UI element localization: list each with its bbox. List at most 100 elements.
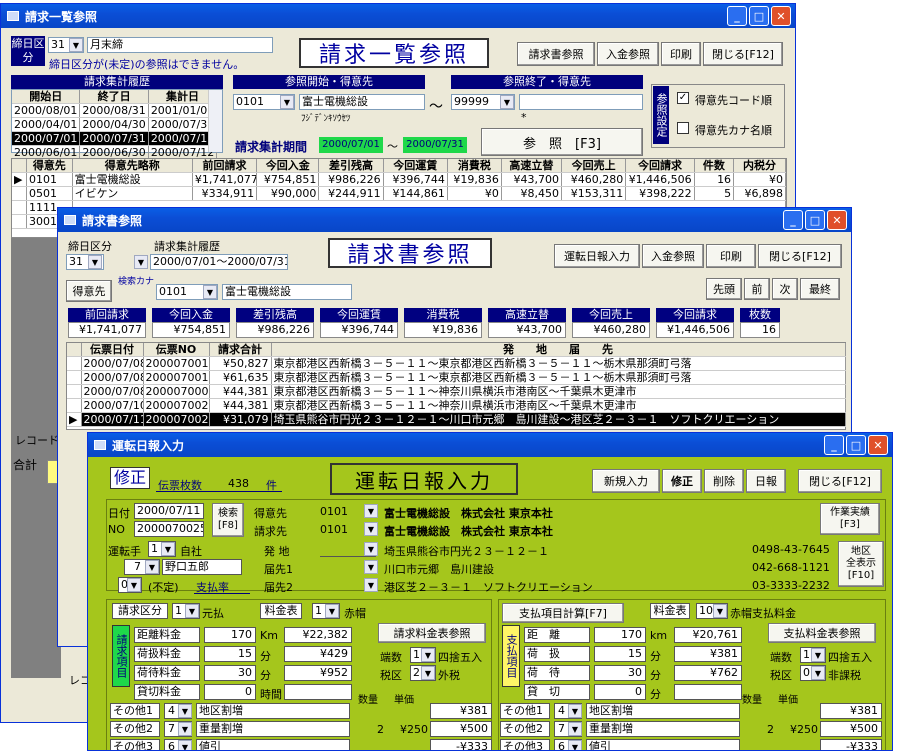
delete-button[interactable]: 削除: [704, 469, 744, 493]
table-row[interactable]: 2000/07/08 2000070003 ¥44,381 東京都港区西新橋３－５－１…: [67, 384, 846, 399]
other-amount-field[interactable]: ¥500: [430, 721, 492, 737]
unten-button[interactable]: 運転日報入力: [554, 244, 640, 268]
chevron-down-icon[interactable]: ▼: [161, 542, 175, 556]
cell[interactable]: 16: [694, 172, 735, 187]
item-qty-field[interactable]: 0: [594, 684, 646, 700]
table-row[interactable]: 2000/07/08 2000070016 ¥50,827 東京都港区西新橋３－５－１…: [67, 356, 846, 371]
chevron-down-icon[interactable]: ▼: [364, 542, 378, 556]
cell[interactable]: 2000070016: [143, 356, 210, 371]
nav-first-button[interactable]: 先頭: [706, 278, 742, 300]
cell[interactable]: ¥19,836: [447, 172, 502, 187]
cell[interactable]: 2000/07/08: [81, 356, 144, 371]
minimize-button[interactable]: _: [824, 435, 844, 455]
cell[interactable]: 東京都港区西新橋３－５－１１～東京都港区西新橋３－５－１１～栃木県那須町弓落: [271, 370, 846, 385]
cell[interactable]: 2000/07/08: [81, 384, 144, 399]
table-row[interactable]: 2000/07/08 2000070018 ¥61,635 東京都港区西新橋３－５－１…: [67, 370, 846, 385]
cell[interactable]: ¥44,381: [209, 398, 272, 413]
hist-cell[interactable]: 2000/07/01: [12, 131, 81, 146]
item-qty-field[interactable]: 15: [204, 646, 256, 662]
cell[interactable]: ¥144,861: [383, 186, 448, 201]
chevron-down-icon[interactable]: ▼: [568, 722, 582, 736]
item-qty-field[interactable]: 30: [204, 665, 256, 681]
item-qty-field[interactable]: 30: [594, 665, 646, 681]
cell[interactable]: 2000/07/11: [81, 412, 144, 427]
chevron-down-icon[interactable]: ▼: [69, 38, 83, 52]
cell[interactable]: イビケン: [72, 186, 193, 201]
chevron-down-icon[interactable]: ▼: [185, 604, 199, 618]
scrollbar[interactable]: [208, 90, 222, 152]
cell[interactable]: ¥1,741,077: [192, 172, 258, 187]
cell[interactable]: 5: [694, 186, 735, 201]
cell[interactable]: ¥334,911: [192, 186, 258, 201]
other-amount-field[interactable]: -¥333: [820, 739, 882, 750]
title-bar[interactable]: 運転日報入力 _ □ ✕: [88, 433, 892, 457]
cell[interactable]: ¥986,226: [318, 172, 384, 187]
chevron-down-icon[interactable]: ▼: [178, 740, 192, 750]
other-amount-field[interactable]: -¥333: [430, 739, 492, 750]
sort1-checkbox[interactable]: ✓: [677, 92, 689, 104]
hist-field[interactable]: 2000/07/01～2000/07/31: [150, 254, 288, 270]
minimize-button[interactable]: _: [783, 210, 803, 230]
cell[interactable]: ¥44,381: [209, 384, 272, 399]
search-button[interactable]: 検索 [F8]: [212, 503, 244, 537]
chevron-down-icon[interactable]: ▼: [88, 255, 102, 269]
cell[interactable]: ¥8,450: [501, 186, 562, 201]
cell[interactable]: ¥61,635: [209, 370, 272, 385]
chevron-down-icon[interactable]: ▼: [178, 722, 192, 736]
sort2-checkbox[interactable]: [677, 122, 689, 134]
hist-cell[interactable]: 2000/08/01: [12, 103, 81, 118]
minimize-button[interactable]: _: [727, 6, 747, 26]
cell[interactable]: 2000/07/10: [81, 398, 144, 413]
item-amount-field[interactable]: ¥20,761: [674, 627, 742, 643]
cell[interactable]: ¥50,827: [209, 356, 272, 371]
chevron-down-icon[interactable]: ▼: [500, 95, 514, 109]
area-button[interactable]: 地区 全表示 [F10]: [838, 541, 884, 587]
cell[interactable]: ¥754,851: [256, 172, 320, 187]
ref-button[interactable]: 参 照 [F3]: [481, 128, 643, 156]
seikyu-table-button[interactable]: 請求料金表参照: [378, 623, 486, 643]
table-row[interactable]: 0501 イビケン ¥334,911 ¥90,000 ¥244,911 ¥144,861 ¥…: [12, 186, 786, 201]
cell[interactable]: ¥396,744: [383, 172, 448, 187]
hist-cell[interactable]: 2000/07/30: [148, 117, 218, 132]
no-field[interactable]: 2000070025: [134, 521, 204, 537]
other-amount-field[interactable]: ¥500: [820, 721, 882, 737]
cell[interactable]: 2000070021: [143, 398, 210, 413]
chevron-down-icon[interactable]: ▼: [811, 648, 825, 662]
maximize-button[interactable]: □: [749, 6, 769, 26]
chevron-down-icon[interactable]: ▼: [713, 604, 727, 618]
close-button[interactable]: 閉じる[F12]: [758, 244, 842, 268]
seikyusho-button[interactable]: 請求書参照: [517, 42, 595, 66]
date-field[interactable]: 2000/07/11: [134, 503, 204, 519]
hist-cell[interactable]: 2000/08/31: [79, 103, 149, 118]
item-qty-field[interactable]: 15: [594, 646, 646, 662]
cell[interactable]: 2000070018: [143, 370, 210, 385]
nav-next-button[interactable]: 次: [772, 278, 798, 300]
item-qty-field[interactable]: 0: [204, 684, 256, 700]
other-amount-field[interactable]: ¥381: [820, 703, 882, 719]
nyukin-button[interactable]: 入金参照: [642, 244, 704, 268]
cell[interactable]: 2000070003: [143, 384, 210, 399]
shiharai-table-button[interactable]: 支払料金表参照: [768, 623, 876, 643]
work-button[interactable]: 作業実績 [F3]: [820, 503, 880, 535]
tokui-button[interactable]: 得意先: [66, 280, 112, 302]
title-bar[interactable]: 請求書参照 _ □ ✕: [58, 208, 851, 232]
cell[interactable]: ¥153,311: [561, 186, 627, 201]
cell[interactable]: 東京都港区西新橋３－５－１１～神奈川県横浜市港南区～千葉県木更津市: [271, 384, 846, 399]
chevron-down-icon[interactable]: ▼: [127, 578, 141, 592]
cell[interactable]: ¥0: [733, 172, 786, 187]
item-amount-field[interactable]: ¥952: [284, 665, 352, 681]
other-amount-field[interactable]: ¥381: [430, 703, 492, 719]
table-row[interactable]: 2000/07/10 2000070021 ¥44,381 東京都港区西新橋３－５－１…: [67, 398, 846, 413]
chevron-down-icon[interactable]: ▼: [364, 522, 378, 536]
cell[interactable]: ¥460,280: [561, 172, 627, 187]
hist-cell[interactable]: 2001/01/08: [148, 103, 218, 118]
chevron-down-icon[interactable]: ▼: [203, 285, 217, 299]
item-qty-field[interactable]: 170: [204, 627, 256, 643]
table-row[interactable]: ▶ 2000/07/11 2000070025 ¥31,079 埼玉県熊谷市円光２３－１…: [67, 412, 846, 427]
chevron-down-icon[interactable]: ▼: [568, 740, 582, 750]
chevron-down-icon[interactable]: ▼: [364, 504, 378, 518]
close-icon[interactable]: ✕: [827, 210, 847, 230]
nippo-button[interactable]: 日報: [746, 469, 786, 493]
cell[interactable]: ¥43,700: [501, 172, 562, 187]
chevron-down-icon[interactable]: ▼: [811, 666, 825, 680]
